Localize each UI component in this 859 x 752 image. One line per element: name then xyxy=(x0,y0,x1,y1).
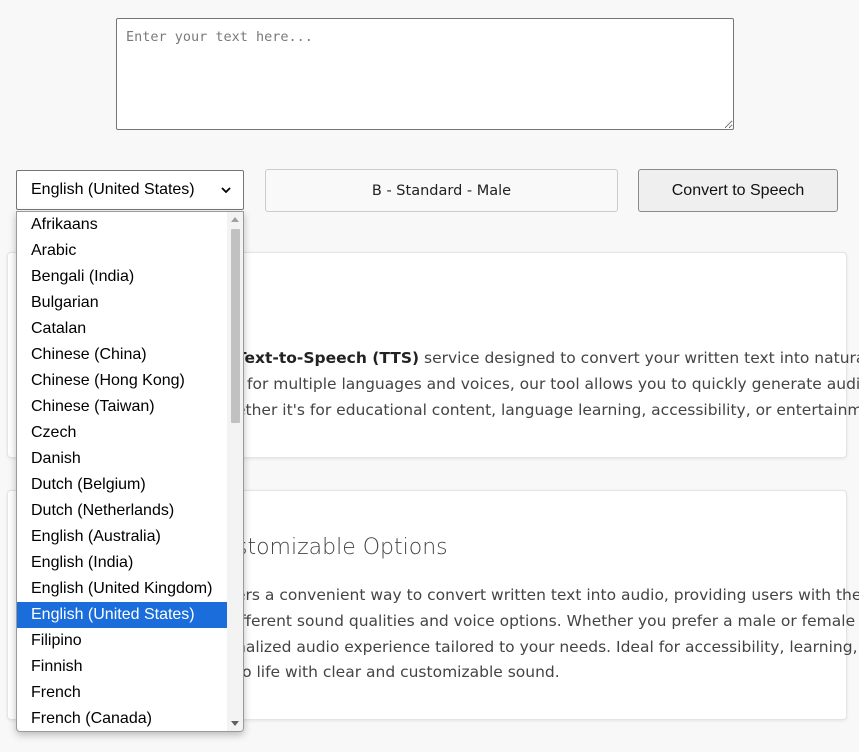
options-line-2: ifferent sound qualities and voice optio… xyxy=(236,612,856,630)
language-option[interactable]: French (Canada) xyxy=(17,706,227,731)
options-line-1: ers a convenient way to convert written … xyxy=(236,586,859,604)
language-option[interactable]: Dutch (Netherlands) xyxy=(17,498,227,524)
language-option[interactable]: Dutch (Belgium) xyxy=(17,472,227,498)
language-dropdown-list[interactable]: Afrikaans Arabic Bengali (India) Bulgarian C… xyxy=(16,211,244,732)
language-option[interactable]: English (United Kingdom) xyxy=(17,576,227,602)
text-input[interactable] xyxy=(116,18,734,130)
tts-bold-term: Text-to-Speech (TTS) xyxy=(236,349,420,367)
language-option[interactable]: Finnish xyxy=(17,654,227,680)
intro-line-3: ether it's for educational content, lang… xyxy=(236,401,859,419)
voice-select[interactable]: B - Standard - Male xyxy=(265,169,618,212)
language-option[interactable]: English (Australia) xyxy=(17,524,227,550)
language-option[interactable]: Arabic xyxy=(17,238,227,264)
language-option[interactable]: French xyxy=(17,680,227,706)
chevron-down-icon xyxy=(221,187,231,194)
options-card-title: stomizable Options xyxy=(236,535,448,560)
language-option[interactable]: Bulgarian xyxy=(17,290,227,316)
scrollbar-thumb[interactable] xyxy=(231,229,240,423)
language-option[interactable]: Danish xyxy=(17,446,227,472)
language-select[interactable]: English (United States) xyxy=(16,170,244,210)
voice-select-value: B - Standard - Male xyxy=(371,182,512,199)
options-line-3: nalized audio experience tailored to you… xyxy=(236,638,859,656)
intro-line-1: Text-to-Speech (TTS) service designed to… xyxy=(236,346,859,372)
language-option[interactable]: Catalan xyxy=(17,316,227,342)
language-option[interactable]: English (United States) xyxy=(17,602,227,628)
scroll-down-arrow-icon[interactable] xyxy=(231,721,239,726)
language-option[interactable]: Czech xyxy=(17,420,227,446)
language-option[interactable]: Filipino xyxy=(17,628,227,654)
dropdown-scrollbar[interactable] xyxy=(227,212,243,731)
language-option[interactable]: English (India) xyxy=(17,550,227,576)
language-option[interactable]: Bengali (India) xyxy=(17,264,227,290)
language-option[interactable]: Afrikaans xyxy=(17,212,227,238)
convert-to-speech-button[interactable]: Convert to Speech xyxy=(638,169,838,212)
language-option[interactable]: Chinese (Hong Kong) xyxy=(17,368,227,394)
language-select-value: English (United States) xyxy=(31,181,195,198)
language-option[interactable]: Chinese (Taiwan) xyxy=(17,394,227,420)
intro-line-1-text: service designed to convert your written… xyxy=(419,349,859,367)
language-option[interactable]: Chinese (China) xyxy=(17,342,227,368)
convert-button-label: Convert to Speech xyxy=(671,181,805,199)
options-line-4: to life with clear and customizable soun… xyxy=(236,663,560,681)
intro-line-2: t for multiple languages and voices, our… xyxy=(236,375,859,393)
scroll-up-arrow-icon[interactable] xyxy=(231,217,239,222)
